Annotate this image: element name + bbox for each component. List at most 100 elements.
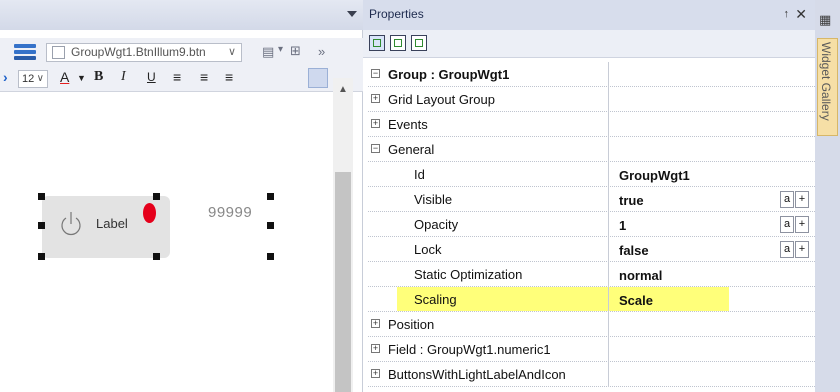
add-button[interactable]: +	[795, 241, 809, 258]
property-value[interactable]: true	[619, 193, 644, 208]
align-left-icon[interactable]: ≡	[173, 69, 181, 85]
column-divider	[608, 362, 609, 387]
collapse-icon[interactable]: −	[371, 144, 380, 153]
attach-button[interactable]: a	[780, 191, 794, 208]
attach-button[interactable]: a	[780, 216, 794, 233]
selection-handle[interactable]	[38, 253, 45, 260]
property-value[interactable]: normal	[619, 268, 662, 283]
page-editor: GroupWgt1.BtnIllum9.btn ∨ ▤ ▾ ⊞ » › 12 ∨…	[0, 0, 363, 392]
align-right-icon[interactable]: ≡	[225, 69, 233, 85]
category-label: Group : GroupWgt1	[388, 67, 510, 82]
align-center-selected[interactable]	[308, 68, 328, 88]
property-category-row[interactable]: − Group : GroupWgt1	[368, 62, 815, 87]
attach-button[interactable]: a	[780, 241, 794, 258]
expand-icon[interactable]: +	[371, 344, 380, 353]
object-toolbar: GroupWgt1.BtnIllum9.btn ∨ ▤ ▾ ⊞ »	[0, 38, 363, 66]
category-label: ButtonsWithLightLabelAndIcon	[388, 367, 566, 382]
property-name: Scaling	[414, 292, 457, 307]
add-button[interactable]: +	[795, 216, 809, 233]
category-label: Field : GroupWgt1.numeric1	[388, 342, 551, 357]
chevron-down-icon[interactable]: ∨	[228, 44, 236, 61]
property-row[interactable]: Lock false a +	[368, 237, 815, 262]
object-selector-value: GroupWgt1.BtnIllum9.btn	[71, 45, 206, 59]
basic-view-icon[interactable]	[369, 35, 385, 51]
numeric-field-widget[interactable]: 99999	[208, 204, 252, 221]
vertical-scrollbar[interactable]: ▲	[333, 78, 353, 392]
selection-handle[interactable]	[267, 193, 274, 200]
font-color-icon[interactable]: A	[60, 69, 69, 85]
advanced-view-icon[interactable]	[411, 35, 427, 51]
property-row[interactable]: Visible true a +	[368, 187, 815, 212]
font-size-select[interactable]: 12 ∨	[18, 70, 48, 88]
object-selector-combo[interactable]: GroupWgt1.BtnIllum9.btn ∨	[46, 43, 242, 62]
widget-gallery-label: Widget Gallery	[819, 42, 833, 121]
property-row[interactable]: Id GroupWgt1	[368, 162, 815, 187]
chevron-down-icon[interactable]: ∨	[37, 71, 44, 87]
property-category-row[interactable]: + Position	[368, 312, 815, 337]
scrollbar-thumb[interactable]	[335, 172, 351, 392]
underline-button[interactable]: U	[147, 70, 156, 84]
column-divider	[608, 137, 609, 162]
more-tools-icon[interactable]: »	[318, 44, 325, 59]
property-name: Id	[414, 167, 425, 182]
property-row[interactable]: Static Optimization normal	[368, 262, 815, 287]
column-divider	[608, 87, 609, 112]
pin-icon[interactable]: ↑	[784, 8, 790, 20]
properties-panel: Properties ↑ ✕ − Group : GroupWgt1 + Grid L…	[363, 0, 815, 392]
property-category-row[interactable]: + Field : GroupWgt1.numeric1	[368, 337, 815, 362]
column-divider	[608, 62, 609, 87]
selection-handle[interactable]	[38, 222, 45, 229]
column-divider	[608, 337, 609, 362]
property-category-row[interactable]: − General	[368, 137, 815, 162]
column-divider	[608, 262, 609, 287]
font-size-value: 12	[22, 73, 35, 85]
italic-button[interactable]: I	[121, 69, 126, 85]
document-icon	[52, 46, 65, 59]
column-divider	[608, 187, 609, 212]
align-icon[interactable]: ▤	[262, 44, 274, 60]
property-grid: − Group : GroupWgt1 + Grid Layout Group + Eve…	[368, 62, 815, 387]
column-divider	[608, 162, 609, 187]
expand-icon[interactable]: +	[371, 94, 380, 103]
scroll-up-icon[interactable]: ▲	[338, 84, 348, 95]
bold-button[interactable]: B	[94, 69, 103, 85]
selection-handle[interactable]	[38, 193, 45, 200]
column-divider	[608, 312, 609, 337]
indicator-led	[143, 203, 156, 223]
property-category-row[interactable]: + ButtonsWithLightLabelAndIcon	[368, 362, 815, 387]
property-value[interactable]: 1	[619, 218, 626, 233]
property-value[interactable]: false	[619, 243, 649, 258]
selection-handle[interactable]	[267, 253, 274, 260]
property-name: Static Optimization	[414, 267, 523, 282]
layers-icon[interactable]	[14, 44, 36, 60]
property-category-row[interactable]: + Events	[368, 112, 815, 137]
chevron-down-icon[interactable]	[347, 11, 357, 17]
align-center-icon[interactable]: ≡	[200, 69, 208, 85]
grid-snap-icon[interactable]: ⊞	[290, 43, 301, 59]
property-row[interactable]: Opacity 1 a +	[368, 212, 815, 237]
expand-icon[interactable]: +	[371, 319, 380, 328]
property-category-row[interactable]: + Grid Layout Group	[368, 87, 815, 112]
property-value[interactable]: GroupWgt1	[619, 168, 690, 183]
add-button[interactable]: +	[795, 191, 809, 208]
selection-handle[interactable]	[267, 222, 274, 229]
property-name: Opacity	[414, 217, 459, 232]
collapse-icon[interactable]: −	[371, 69, 380, 78]
indent-icon[interactable]: ›	[3, 69, 8, 85]
selection-handle[interactable]	[153, 253, 160, 260]
expand-icon[interactable]: +	[371, 369, 380, 378]
properties-title-bar: Properties ↑ ✕	[363, 0, 815, 30]
selection-handle[interactable]	[153, 193, 160, 200]
chevron-down-icon[interactable]: ▼	[77, 73, 86, 83]
expand-icon[interactable]: +	[371, 119, 380, 128]
category-label: Events	[388, 117, 428, 132]
property-name: Lock	[414, 242, 442, 257]
chevron-down-icon[interactable]: ▾	[278, 44, 283, 55]
property-value[interactable]: Scale	[619, 293, 653, 308]
close-icon[interactable]: ✕	[795, 6, 807, 23]
categorized-view-icon[interactable]	[390, 35, 406, 51]
gallery-icon[interactable]: ▦	[819, 12, 831, 28]
property-row[interactable]: Scaling Scale	[368, 287, 815, 312]
property-name: Visible	[414, 192, 453, 207]
illuminated-button-widget[interactable]: Label	[42, 196, 170, 258]
